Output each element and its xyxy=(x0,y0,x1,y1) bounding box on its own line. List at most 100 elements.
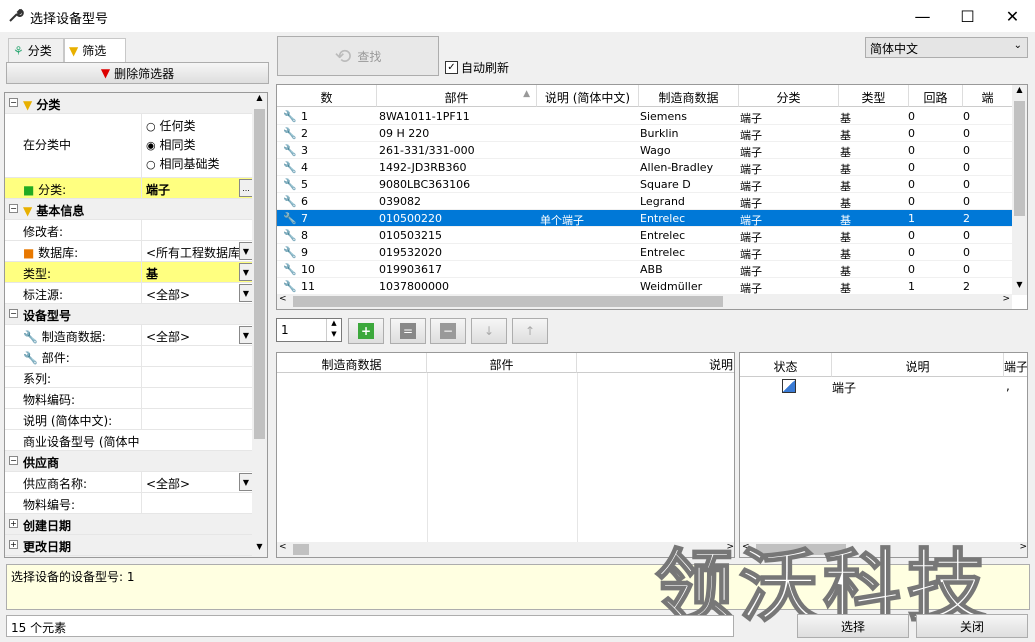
scroll-up-icon[interactable]: ▲ xyxy=(1012,85,1027,100)
radio-same-base-class[interactable]: ○ 相同基础类 xyxy=(146,155,253,172)
chevron-down-icon[interactable]: ▼ xyxy=(239,263,253,281)
description-row[interactable]: 说明 (简体中文): xyxy=(5,409,253,430)
table-row[interactable]: 🔧 2 09 H 220 Burklin 端子 基 0 0 xyxy=(277,125,1012,142)
material-number-row[interactable]: 物料编号: xyxy=(5,493,253,514)
chevron-down-icon[interactable]: ▼ xyxy=(239,242,253,260)
scroll-left-icon[interactable]: < xyxy=(279,294,287,304)
table-row[interactable]: 🔧 6 039082 Legrand 端子 基 0 0 xyxy=(277,193,1012,210)
minimize-button[interactable]: — xyxy=(900,0,945,32)
category-circuit[interactable]: + 回路 xyxy=(5,556,253,557)
scroll-down-icon[interactable]: ▼ xyxy=(252,542,267,557)
element-count: 15 个元素 xyxy=(6,615,734,637)
column-header-type[interactable]: 类型 xyxy=(839,85,909,107)
scroll-left-icon[interactable]: < xyxy=(279,542,287,552)
collapse-icon[interactable]: − xyxy=(9,98,18,107)
close-button[interactable]: 关闭 xyxy=(916,614,1028,638)
scroll-down-icon[interactable]: ▼ xyxy=(1012,280,1027,295)
column-header-number[interactable]: 数 xyxy=(277,85,377,107)
remove-button[interactable]: − xyxy=(430,318,466,344)
move-down-button[interactable]: ↓ xyxy=(471,318,507,344)
maximize-button[interactable]: ☐ xyxy=(945,0,990,32)
column-header-description[interactable]: 说明 xyxy=(832,353,1004,377)
table-row[interactable]: 🔧 7 010500220 单个端子 Entrelec 端子 基 1 2 xyxy=(277,210,1012,227)
collapse-icon[interactable]: − xyxy=(9,204,18,213)
radio-any-class[interactable]: ○ 任何类 xyxy=(146,117,253,134)
collapse-icon[interactable]: − xyxy=(9,309,18,318)
material-code-row[interactable]: 物料编码: xyxy=(5,388,253,409)
quantity-stepper[interactable]: 1 ▲ ▼ xyxy=(276,318,342,342)
auto-refresh-checkbox[interactable]: ✓ 自动刷新 xyxy=(445,59,509,76)
table-row[interactable]: 🔧 11 1037800000 Weidmüller 端子基 1 2 xyxy=(277,278,1012,295)
column-header-manufacturer[interactable]: 制造商数据 xyxy=(639,85,739,107)
delete-filter-button[interactable]: ▼ 删除筛选器 xyxy=(6,62,269,84)
column-header-part[interactable]: 部件 xyxy=(427,353,577,373)
table-row[interactable]: 🔧 4 1492-JD3RB360 Allen-Bradley 端子 基 0 0 xyxy=(277,159,1012,176)
replace-button[interactable]: = xyxy=(390,318,426,344)
table-row[interactable]: 🔧 10 019903617 ABB 端子 基 0 0 xyxy=(277,261,1012,278)
table-row[interactable]: 🔧 5 9080LBC363106 Square D 端子 基 0 0 xyxy=(277,176,1012,193)
column-header-classification[interactable]: 分类 xyxy=(739,85,839,107)
scroll-up-icon[interactable]: ▲ xyxy=(252,93,267,108)
collapse-icon[interactable]: − xyxy=(9,456,18,465)
column-header-part[interactable]: 部件 ▲ xyxy=(377,85,537,107)
scroll-thumb[interactable] xyxy=(293,544,309,555)
table-row[interactable]: 🔧 3 261-331/331-000 Wago 端子 基 0 0 xyxy=(277,142,1012,159)
column-header-description[interactable]: 说明 (简体中文) xyxy=(537,85,639,107)
type-row[interactable]: 类型: 基 ▼ xyxy=(5,262,253,283)
column-header-terminal[interactable]: 端 xyxy=(963,85,1013,107)
category-basic-info[interactable]: − ▼ 基本信息 xyxy=(5,199,253,220)
move-up-button[interactable]: ↑ xyxy=(512,318,548,344)
scroll-thumb[interactable] xyxy=(254,109,265,439)
table-row[interactable]: 🔧 9 019532020 Entrelec 端子 基 0 0 xyxy=(277,244,1012,261)
table-row[interactable]: 🔧 1 8WA1011-1PF11 Siemens 端子 基 0 0 xyxy=(277,108,1012,125)
expand-icon[interactable]: + xyxy=(9,540,18,549)
filter-property-grid: − ▼ 分类 在分类中 ○ 任何类 ◉ 相同类 ○ 相同基础类 ■ 分类: 端子… xyxy=(4,92,268,558)
select-button[interactable]: 选择 xyxy=(797,614,909,638)
expand-icon[interactable]: + xyxy=(9,519,18,528)
tab-filter[interactable]: ▼ 筛选 xyxy=(64,38,126,62)
function-row[interactable]: 端子 , xyxy=(740,377,1027,395)
category-device-model[interactable]: − 设备型号 xyxy=(5,304,253,325)
stepper-down-icon[interactable]: ▼ xyxy=(326,330,341,341)
scroll-right-icon[interactable]: > xyxy=(1019,542,1027,552)
cell-cls: 端子 xyxy=(740,265,762,278)
wrench-icon xyxy=(8,7,26,25)
category-supplier[interactable]: − 供应商 xyxy=(5,451,253,472)
column-header-description[interactable]: 说明 xyxy=(577,353,734,373)
part-row[interactable]: 🔧 部件: xyxy=(5,346,253,367)
database-row[interactable]: ■ 数据库: <所有工程数据库 ▼ xyxy=(5,241,253,262)
classification-row[interactable]: ■ 分类: 端子 ... xyxy=(5,178,253,199)
manufacturer-row[interactable]: 🔧 制造商数据: <全部> ▼ xyxy=(5,325,253,346)
find-button[interactable]: ⟲ 查找 xyxy=(277,36,439,76)
chevron-down-icon[interactable]: ▼ xyxy=(239,284,253,302)
modifier-row[interactable]: 修改者: xyxy=(5,220,253,241)
category-created-date[interactable]: + 创建日期 xyxy=(5,514,253,535)
vertical-scrollbar[interactable]: ▲ ▼ xyxy=(252,93,267,557)
scroll-thumb[interactable] xyxy=(1014,101,1025,216)
scroll-thumb[interactable] xyxy=(293,296,723,307)
language-select[interactable]: 简体中文 ⌄ xyxy=(865,37,1028,58)
annotation-source-row[interactable]: 标注源: <全部> ▼ xyxy=(5,283,253,304)
stepper-up-icon[interactable]: ▲ xyxy=(326,319,341,330)
series-row[interactable]: 系列: xyxy=(5,367,253,388)
supplier-name-row[interactable]: 供应商名称: <全部> ▼ xyxy=(5,472,253,493)
column-header-terminal[interactable]: 端子 xyxy=(1004,353,1027,377)
table-row[interactable]: 🔧 8 010503215 Entrelec 端子 基 0 0 xyxy=(277,227,1012,244)
chevron-down-icon[interactable]: ▼ xyxy=(239,326,253,344)
grid-horizontal-scrollbar[interactable]: < > xyxy=(277,294,1012,309)
chevron-down-icon[interactable]: ▼ xyxy=(239,473,253,491)
column-header-status[interactable]: 状态 xyxy=(740,353,832,377)
grid-vertical-scrollbar[interactable]: ▲ ▼ xyxy=(1012,85,1027,295)
category-modified-date[interactable]: + 更改日期 xyxy=(5,535,253,556)
close-window-button[interactable]: ✕ xyxy=(990,0,1035,32)
scroll-right-icon[interactable]: > xyxy=(1002,294,1010,304)
cell-circ: 0 xyxy=(908,127,915,140)
radio-same-class[interactable]: ◉ 相同类 xyxy=(146,136,253,153)
column-header-manufacturer[interactable]: 制造商数据 xyxy=(277,353,427,373)
category-classification[interactable]: − ▼ 分类 xyxy=(5,93,253,114)
ellipsis-button[interactable]: ... xyxy=(239,179,253,197)
tab-classification[interactable]: ⚘ 分类 xyxy=(8,38,64,62)
add-button[interactable]: + xyxy=(348,318,384,344)
column-header-circuit[interactable]: 回路 xyxy=(909,85,963,107)
commercial-model-row[interactable]: 商业设备型号 (简体中 xyxy=(5,430,253,451)
